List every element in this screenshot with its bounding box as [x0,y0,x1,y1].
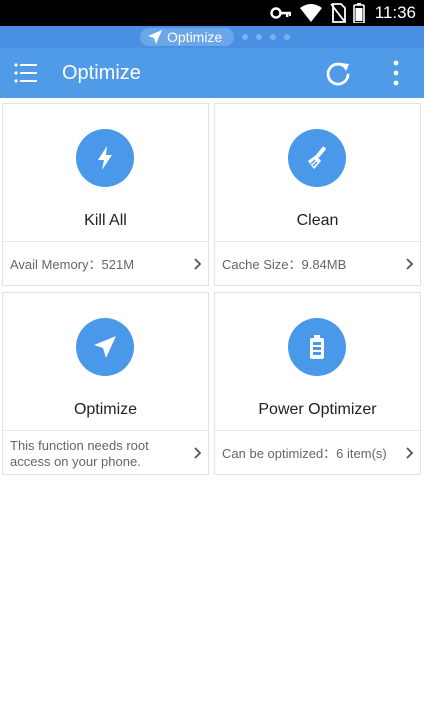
optimize-badge [76,318,134,376]
kill-all-title: Kill All [84,212,127,229]
menu-button[interactable] [12,59,40,87]
power-optimizer-card[interactable]: Power Optimizer Can be optimized：6 item(… [214,292,421,475]
lightning-icon [98,146,112,170]
app-bar: Optimize [0,48,424,98]
key-icon [270,7,291,19]
optimize-card[interactable]: Optimize This function needs root access… [2,292,209,475]
refresh-icon [326,62,350,86]
chevron-right-icon [406,258,414,270]
power-optimizer-badge [288,318,346,376]
status-time: 11:36 [374,3,416,22]
optimize-title: Optimize [73,401,138,418]
page-title: Optimize [62,62,141,84]
cache-size-text: Cache Size：9.84MB [222,257,347,272]
no-sim-icon [330,3,346,23]
chevron-right-icon [194,447,202,459]
optimize-footer[interactable]: This function needs root access on your … [3,430,208,474]
send-icon [148,30,162,44]
kill-all-badge [76,129,134,187]
pager-active-tab[interactable]: Optimize [140,28,234,46]
battery-icon [353,3,365,23]
pager-active-label: Optimize [167,29,223,45]
root-required-text: This function needs root access on your … [10,438,149,469]
clean-footer[interactable]: Cache Size：9.84MB [215,241,420,285]
refresh-button[interactable] [324,59,352,87]
clean-card[interactable]: Clean Cache Size：9.84MB [214,103,421,286]
send-icon [94,336,116,358]
pager-dot[interactable] [284,34,290,40]
pager-strip: Optimize [0,26,424,48]
optimizable-items-text: Can be optimized：6 item(s) [222,446,387,461]
broom-icon [308,146,326,169]
pager-dot[interactable] [242,34,248,40]
clean-badge [288,129,346,187]
clean-title: Clean [296,212,339,229]
more-vert-icon [393,60,399,86]
pager-dot[interactable] [270,34,276,40]
power-optimizer-title: Power Optimizer [258,401,377,418]
status-bar: 11:36 [0,0,424,26]
power-optimizer-footer[interactable]: Can be optimized：6 item(s) [215,430,420,474]
kill-all-card[interactable]: Kill All Avail Memory：521M [2,103,209,286]
chevron-right-icon [194,258,202,270]
list-menu-icon [14,63,37,83]
more-options-button[interactable] [386,59,406,87]
pager-dot[interactable] [256,34,262,40]
wifi-icon [300,4,322,22]
avail-memory-text: Avail Memory：521M [10,257,135,272]
chevron-right-icon [406,447,414,459]
kill-all-footer[interactable]: Avail Memory：521M [3,241,208,285]
battery-icon [310,335,324,359]
pager-dots [242,34,292,42]
